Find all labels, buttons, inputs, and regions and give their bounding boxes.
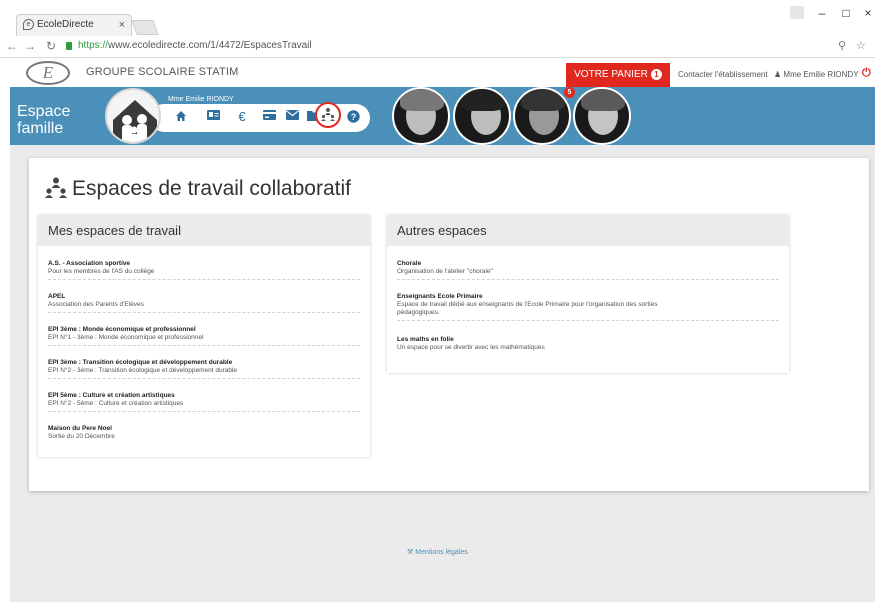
workspace-desc: Pour les membres de l'AS du collège [48,268,155,275]
workspace-desc: Organisation de l'atelier "chorale" [397,268,493,275]
tab-title: EcoleDirecte [37,19,94,30]
workspace-icon [321,108,335,121]
ecoledirecte-logo[interactable]: E [26,61,70,85]
profile-icon[interactable] [790,6,804,19]
child-notification-badge: 5 [564,87,575,98]
app-header: E GROUPE SCOLAIRE STATIM VOTRE PANIER 1 C… [10,60,875,87]
workspace-item[interactable]: EPI 5ème : Culture et création artistiqu… [48,391,360,412]
ecoledirecte-favicon-icon: e [23,19,34,30]
credit-card-icon[interactable] [262,110,276,124]
workspace-desc: EPI N°1 - 3ème : Monde économique et pro… [48,334,204,341]
user-icon: ♟ [774,70,782,79]
child-avatar-4[interactable] [573,87,631,145]
workspace-title: EPI 3ème : Monde économique et professio… [48,326,196,333]
close-window-button[interactable]: × [856,4,875,22]
maximize-button[interactable]: □ [834,4,858,22]
child-avatar-3[interactable] [513,87,571,145]
workspace-title-icon [45,177,67,198]
url-scheme: https:// [78,40,109,51]
wrench-icon: ⚒ [407,549,414,556]
logout-icon[interactable]: ⏻ [862,67,871,80]
other-workspaces-panel: Autres espaces Chorale Organisation de l… [387,215,789,373]
workspace-nav-button[interactable] [315,102,341,128]
other-workspaces-heading: Autres espaces [387,215,789,246]
id-card-icon[interactable] [206,110,220,124]
workspace-title: Les maths en folie [397,336,454,343]
workspace-desc: Espace de travail dédié aux enseignants … [397,301,658,316]
envelope-icon[interactable] [285,110,299,124]
help-icon[interactable]: ? [346,110,360,124]
euro-icon[interactable]: € [235,110,249,124]
workspace-item[interactable]: APEL Association des Parents d'Elèves [48,292,360,313]
bookmark-star-icon[interactable]: ☆ [856,39,866,52]
family-avatar[interactable] [105,88,161,144]
my-workspaces-panel: Mes espaces de travail A.S. - Associatio… [38,215,370,457]
my-workspaces-heading: Mes espaces de travail [38,215,370,246]
workspace-title: Chorale [397,260,422,267]
espace-famille-title: Espace famille [17,103,70,137]
workspace-item[interactable]: Les maths en folie Un espace pour se div… [397,335,779,355]
workspace-title: APEL [48,293,66,300]
school-name: GROUPE SCOLAIRE STATIM [86,66,239,78]
cart-label: VOTRE PANIER [574,69,648,80]
browser-tab[interactable]: e EcoleDirecte × [16,14,132,36]
cart-count-badge: 1 [650,69,662,80]
workspace-title: EPI 5ème : Culture et création artistiqu… [48,392,175,399]
famille-line: famille [17,120,64,137]
address-bar: ← → ↻ https://www.ecoledirecte.com/1/447… [0,36,875,58]
reload-icon[interactable]: ↻ [46,39,56,53]
workspace-item[interactable]: EPI 3ème : Monde économique et professio… [48,325,360,346]
child-avatar-1[interactable] [392,87,450,145]
child-2-hair [461,89,505,111]
page-title: Espaces de travail collaboratif [72,177,351,200]
workspace-item[interactable]: A.S. - Association sportive Pour les mem… [48,259,360,280]
workspace-item[interactable]: Enseignants Ecole Primaire Espace de tra… [397,292,779,321]
parent-name: Mme Emilie RIONDY [168,96,234,103]
child-avatar-2[interactable] [453,87,511,145]
home-icon[interactable] [174,110,188,124]
workspace-desc: Un espace pour se divertir avec les math… [397,344,545,351]
back-arrow-icon[interactable]: ← [6,39,18,53]
url-path: www.ecoledirecte.com/1/4472/EspacesTrava… [108,40,312,51]
child-3-hair [521,89,565,111]
user-account-link[interactable]: ♟ Mme Emilie RIONDY [774,70,859,79]
tab-close-icon[interactable]: × [119,15,125,35]
workspace-item[interactable]: Chorale Organisation de l'atelier "chora… [397,259,779,280]
url-field[interactable]: https://www.ecoledirecte.com/1/4472/Espa… [78,40,312,51]
workspace-item[interactable]: EPI 3ème : Transition écologique et déve… [48,358,360,379]
lock-icon [66,42,72,50]
child-4-hair [581,89,625,111]
extension-icon[interactable]: ⚲ [838,39,846,52]
workspace-title: Maison du Pere Noel [48,425,112,432]
svg-text:?: ? [350,112,356,122]
legal-notice-link[interactable]: ⚒ Mentions légales [407,548,468,556]
workspace-desc: Association des Parents d'Elèves [48,301,144,308]
workspace-desc: EPI N°2 - 5ème : Culture et création art… [48,400,184,407]
workspace-title: EPI 3ème : Transition écologique et déve… [48,359,233,366]
legal-notice-label: Mentions légales [415,549,468,556]
forward-arrow-icon[interactable]: → [24,39,36,53]
contact-link[interactable]: Contacter l'établissement [678,70,768,79]
cart-button[interactable]: VOTRE PANIER 1 [566,63,670,87]
espace-line: Espace [17,103,71,120]
user-name: Mme Emilie RIONDY [783,70,859,79]
workspace-title: A.S. - Association sportive [48,260,131,267]
minimize-button[interactable]: – [810,4,834,22]
workspace-desc: EPI N°2 - 3ème : Transition écologique e… [48,367,238,374]
workspace-desc: Sortie du 20 Décembre [48,433,115,440]
workspace-item[interactable]: Maison du Pere Noel Sortie du 20 Décembr… [48,424,360,444]
family-banner: Espace famille € ? Mme Emilie RIONDY 5 [10,87,875,145]
workspace-title: Enseignants Ecole Primaire [397,293,483,300]
child-1-hair [400,89,444,111]
